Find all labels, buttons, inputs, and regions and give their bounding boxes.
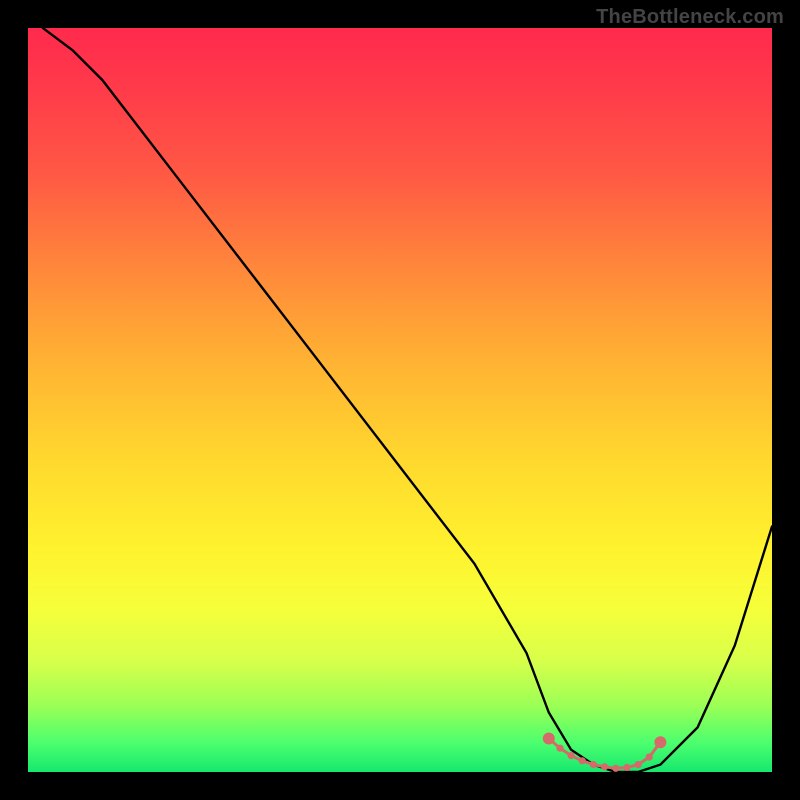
optimal-band-dot <box>602 764 607 769</box>
watermark-text: TheBottleneck.com <box>596 6 784 29</box>
optimal-band-end-dot <box>544 734 554 744</box>
optimal-band-dot <box>624 765 629 770</box>
curve-layer <box>28 28 772 772</box>
bottleneck-curve <box>43 28 772 772</box>
chart-frame: TheBottleneck.com <box>0 0 800 800</box>
plot-area <box>28 28 772 772</box>
optimal-band-dot <box>557 746 562 751</box>
optimal-band-markers <box>544 734 666 771</box>
optimal-band-dot <box>647 755 652 760</box>
optimal-band-end-dot <box>655 737 665 747</box>
optimal-band-dot <box>580 758 585 763</box>
optimal-band-dot <box>591 762 596 767</box>
optimal-band-dot <box>613 766 618 771</box>
optimal-band-dot <box>636 762 641 767</box>
optimal-band-dot <box>569 753 574 758</box>
